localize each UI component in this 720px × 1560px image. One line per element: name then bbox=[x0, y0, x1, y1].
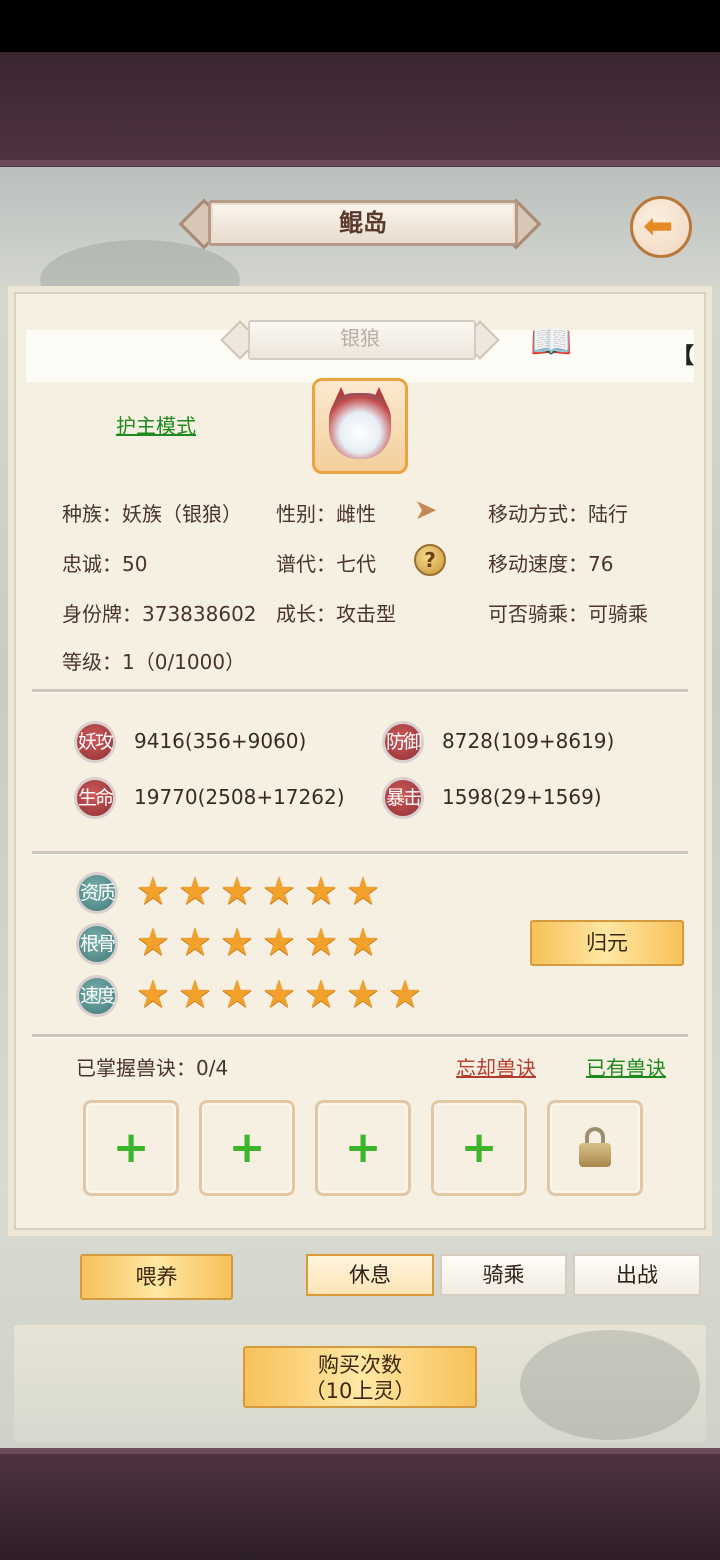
star-icon: ★ bbox=[262, 920, 297, 964]
skill-slot-2[interactable]: + bbox=[199, 1100, 295, 1196]
guard-mode-link[interactable]: 护主模式 bbox=[116, 410, 196, 439]
tab-battle[interactable]: 出战 bbox=[573, 1254, 701, 1296]
star-icon: ★ bbox=[178, 920, 213, 964]
constitution-badge: 根骨 bbox=[76, 923, 118, 965]
pet-name: 银狼 bbox=[340, 326, 380, 350]
skills-count: 已掌握兽诀：0/4 bbox=[76, 1056, 229, 1080]
star-icon: ★ bbox=[346, 869, 381, 913]
lock-body bbox=[579, 1143, 611, 1167]
buy-times-button[interactable]: 购买次数 （10上灵） bbox=[243, 1346, 477, 1408]
race-text: 种族：妖族（银狼） bbox=[62, 502, 242, 526]
status-bar bbox=[0, 0, 720, 52]
bracket-glyph: 【 bbox=[672, 344, 695, 369]
move-speed-text: 移动速度：76 bbox=[488, 552, 614, 576]
pet-name-banner: 银狼 bbox=[218, 316, 502, 362]
star-icon: ★ bbox=[136, 920, 171, 964]
star-icon: ★ bbox=[220, 920, 255, 964]
lock-icon bbox=[579, 1127, 611, 1167]
bottom-frame-band bbox=[0, 1448, 720, 1560]
constitution-stars: ★ ★ ★ ★ ★ ★ bbox=[136, 923, 384, 961]
forget-skill-link[interactable]: 忘却兽诀 bbox=[456, 1052, 536, 1081]
star-icon: ★ bbox=[304, 972, 339, 1016]
divider bbox=[32, 851, 688, 855]
divider bbox=[32, 689, 688, 693]
tab-rest[interactable]: 休息 bbox=[306, 1254, 434, 1296]
add-icon: + bbox=[344, 1122, 382, 1173]
growth-text: 成长：攻击型 bbox=[276, 602, 396, 626]
attack-value: 9416(356+9060) bbox=[134, 729, 307, 753]
star-icon: ★ bbox=[262, 972, 297, 1016]
skill-slot-4[interactable]: + bbox=[431, 1100, 527, 1196]
add-icon: + bbox=[228, 1122, 266, 1173]
divider bbox=[32, 1034, 688, 1038]
star-icon: ★ bbox=[388, 972, 423, 1016]
aptitude-badge: 资质 bbox=[76, 872, 118, 914]
star-icon: ★ bbox=[304, 920, 339, 964]
back-button[interactable]: ⬅ bbox=[630, 196, 692, 258]
pet-portrait[interactable] bbox=[312, 378, 408, 474]
speed-badge: 速度 bbox=[76, 975, 118, 1017]
silver-wolf-avatar bbox=[329, 393, 391, 459]
defense-value: 8728(109+8619) bbox=[442, 729, 615, 753]
crit-badge: 暴击 bbox=[382, 777, 424, 819]
reset-button[interactable]: 归元 bbox=[530, 920, 684, 966]
crit-value: 1598(29+1569) bbox=[442, 785, 602, 809]
level-text: 等级：1（0/1000） bbox=[62, 650, 246, 674]
aptitude-stars: ★ ★ ★ ★ ★ ★ bbox=[136, 872, 384, 910]
star-icon: ★ bbox=[220, 972, 255, 1016]
id-tag-text: 身份牌：373838602 bbox=[62, 602, 257, 626]
frame-ornament-bottom bbox=[0, 1448, 720, 1454]
top-frame-band bbox=[0, 52, 720, 167]
attack-badge: 妖攻 bbox=[74, 721, 116, 763]
star-icon: ★ bbox=[178, 869, 213, 913]
book-icon[interactable]: 📖 bbox=[530, 322, 582, 362]
star-icon: ★ bbox=[220, 869, 255, 913]
health-value: 19770(2508+17262) bbox=[134, 785, 345, 809]
buy-times-cost: （10上灵） bbox=[304, 1379, 416, 1403]
help-icon[interactable]: ? bbox=[414, 544, 446, 576]
tab-ride[interactable]: 骑乘 bbox=[440, 1254, 567, 1296]
speed-stars: ★ ★ ★ ★ ★ ★ ★ bbox=[136, 975, 426, 1013]
skill-slot-1[interactable]: + bbox=[83, 1100, 179, 1196]
frame-ornament-top bbox=[0, 160, 720, 166]
title-banner: 鲲岛 bbox=[178, 196, 542, 250]
add-icon: + bbox=[460, 1122, 498, 1173]
skill-slot-3[interactable]: + bbox=[315, 1100, 411, 1196]
move-type-text: 移动方式：陆行 bbox=[488, 502, 628, 526]
health-badge: 生命 bbox=[74, 777, 116, 819]
star-icon: ★ bbox=[346, 920, 381, 964]
feed-button[interactable]: 喂养 bbox=[80, 1254, 233, 1300]
scene-mountain bbox=[520, 1330, 700, 1440]
owned-skills-link[interactable]: 已有兽诀 bbox=[586, 1052, 666, 1081]
star-icon: ★ bbox=[346, 972, 381, 1016]
loyalty-text: 忠诚：50 bbox=[62, 552, 148, 576]
generation-text: 谱代：七代 bbox=[276, 552, 376, 576]
star-icon: ★ bbox=[304, 869, 339, 913]
star-icon: ★ bbox=[178, 972, 213, 1016]
add-icon: + bbox=[112, 1122, 150, 1173]
back-arrow-icon: ⬅ bbox=[643, 206, 674, 247]
star-icon: ★ bbox=[262, 869, 297, 913]
skill-slot-locked[interactable] bbox=[547, 1100, 643, 1196]
rideable-text: 可否骑乘：可骑乘 bbox=[488, 602, 648, 626]
gender-text: 性别：雌性 bbox=[276, 502, 376, 526]
buy-times-label: 购买次数 bbox=[318, 1353, 402, 1377]
page-title: 鲲岛 bbox=[339, 209, 387, 237]
star-icon: ★ bbox=[136, 869, 171, 913]
arrow-right-icon[interactable]: ➤ bbox=[414, 494, 446, 526]
star-icon: ★ bbox=[136, 972, 171, 1016]
defense-badge: 防御 bbox=[382, 721, 424, 763]
